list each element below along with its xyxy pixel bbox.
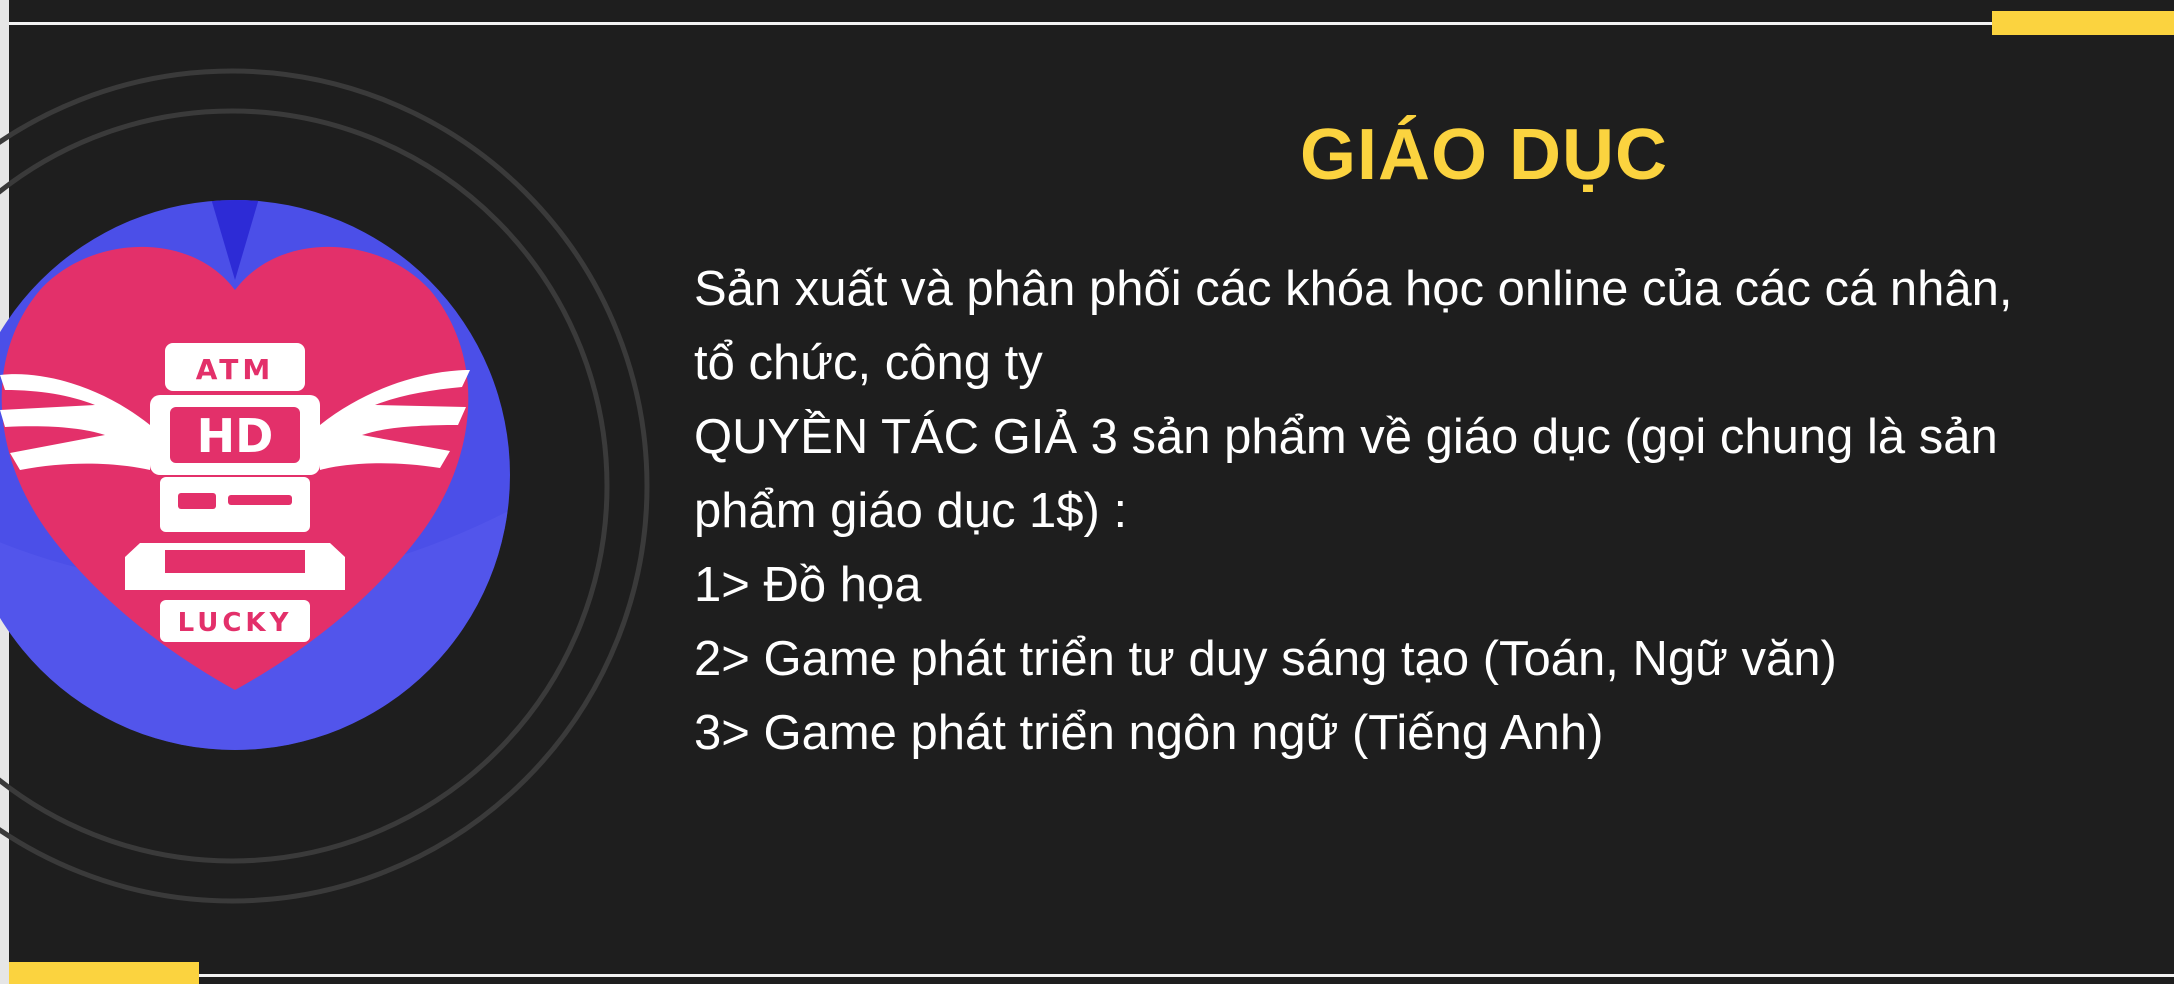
slide-title: GIÁO DỤC: [1300, 115, 1668, 195]
atm-hd-lucky-logo: ATM HD LUCKY: [0, 200, 510, 750]
top-accent-bar: [1992, 11, 2174, 35]
logo-center-text: HD: [197, 409, 274, 463]
slide: ATM HD LUCKY GIÁO DỤC Sản xuất và phân p…: [0, 0, 2174, 984]
body-line: tổ chức, công ty: [694, 336, 1043, 390]
body-line: QUYỀN TÁC GIẢ 3 sản phẩm về giáo dục (gọ…: [694, 410, 1998, 464]
body-line: Sản xuất và phân phối các khóa học onlin…: [694, 262, 2013, 316]
body-line: phẩm giáo dục 1$) :: [694, 484, 1128, 538]
list-item-language-game: 3> Game phát triển ngôn ngữ (Tiếng Anh): [694, 706, 1604, 760]
list-item-creative-game: 2> Game phát triển tư duy sáng tạo (Toán…: [694, 632, 1837, 686]
logo-top-text: ATM: [196, 353, 274, 386]
list-item-graphics: 1> Đồ họa: [694, 558, 922, 612]
logo-bottom-text: LUCKY: [178, 608, 293, 638]
content-area: GIÁO DỤC Sản xuất và phân phối các khóa …: [694, 110, 2144, 770]
